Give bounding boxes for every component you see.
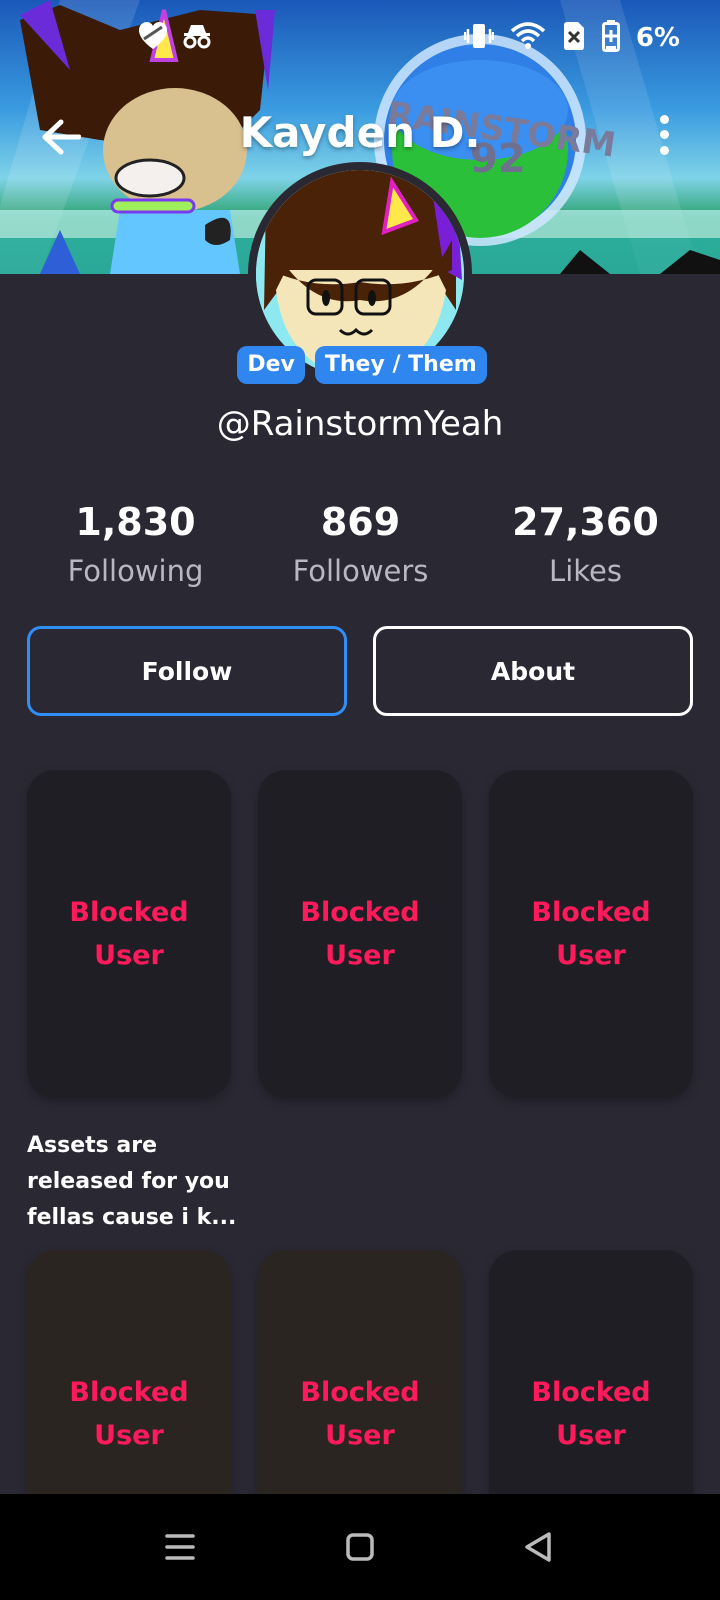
- stat-followers[interactable]: 869 Followers: [248, 500, 473, 588]
- status-bar-left: [138, 21, 212, 55]
- blocked-label-line2: User: [94, 1420, 164, 1451]
- posts-grid: Blocked User Blocked User Blocked User A…: [27, 770, 693, 1578]
- blocked-label-line1: Blocked: [69, 1377, 189, 1408]
- blocked-label-line2: User: [556, 1420, 626, 1451]
- blocked-label-line1: Blocked: [69, 897, 189, 928]
- post-tile[interactable]: Blocked User: [27, 770, 231, 1098]
- more-vertical-icon: [659, 115, 669, 125]
- blocked-label: Blocked User: [531, 1371, 650, 1457]
- badge-dev: Dev: [237, 346, 305, 384]
- profile-actions: Follow About: [27, 626, 693, 716]
- profile-badges: Dev They / Them: [0, 346, 720, 384]
- incognito-icon: [182, 23, 212, 53]
- vibrate-icon: [463, 21, 495, 55]
- sim-off-icon: [562, 21, 586, 55]
- blocked-label: Blocked User: [300, 1371, 419, 1457]
- blocked-label: Blocked User: [300, 891, 419, 977]
- about-button[interactable]: About: [373, 626, 693, 716]
- stat-likes: 27,360 Likes: [473, 500, 698, 588]
- stat-label: Followers: [292, 554, 429, 588]
- posts-caption-row: Assets are released for you fellas cause…: [27, 1098, 693, 1250]
- blocked-label-line1: Blocked: [300, 1377, 420, 1408]
- profile-handle: @RainstormYeah: [216, 404, 504, 444]
- home-button[interactable]: [335, 1522, 385, 1572]
- blocked-label: Blocked User: [69, 891, 188, 977]
- status-bar: 6%: [0, 0, 720, 76]
- blocked-label-line1: Blocked: [531, 897, 651, 928]
- badge-pronouns: They / Them: [314, 346, 487, 384]
- recents-icon: [165, 1534, 195, 1560]
- wifi-icon: [510, 21, 546, 55]
- profile-name-title: Kayden D.: [239, 108, 481, 157]
- stat-label: Following: [67, 554, 204, 588]
- back-triangle-icon: [525, 1532, 551, 1562]
- profile-screen: RAINSTORM 92 6% Kayden D. Dev They / The…: [0, 0, 720, 1600]
- blocked-label-line1: Blocked: [531, 1377, 651, 1408]
- stat-following[interactable]: 1,830 Following: [23, 500, 248, 588]
- stat-value: 1,830: [75, 500, 196, 544]
- blocked-label-line2: User: [325, 940, 395, 971]
- battery-percent: 6%: [635, 23, 680, 53]
- more-dot: [659, 130, 669, 140]
- stat-value: 869: [320, 500, 401, 544]
- post-tile[interactable]: Blocked User: [489, 770, 693, 1098]
- post-caption[interactable]: Assets are released for you fellas cause…: [27, 1128, 237, 1236]
- stat-value: 27,360: [512, 500, 659, 544]
- blocked-label-line2: User: [556, 940, 626, 971]
- battery-icon: [601, 20, 620, 56]
- blocked-label: Blocked User: [531, 891, 650, 977]
- more-dot: [659, 145, 669, 155]
- system-back-button[interactable]: [513, 1522, 563, 1572]
- blocked-label: Blocked User: [69, 1371, 188, 1457]
- profile-stats: 1,830 Following 869 Followers 27,360 Lik…: [0, 500, 720, 588]
- more-options-button[interactable]: [652, 112, 676, 158]
- follow-button[interactable]: Follow: [27, 626, 347, 716]
- post-tile[interactable]: Blocked User: [258, 770, 462, 1098]
- system-nav-bar: [0, 1494, 720, 1600]
- status-bar-right: 6%: [463, 20, 680, 56]
- posts-row: Blocked User Blocked User Blocked User: [27, 770, 693, 1098]
- home-icon: [346, 1533, 374, 1561]
- heart-shield-icon: [138, 21, 168, 55]
- blocked-label-line2: User: [325, 1420, 395, 1451]
- blocked-label-line1: Blocked: [300, 897, 420, 928]
- blocked-label-line2: User: [94, 940, 164, 971]
- recents-button[interactable]: [155, 1522, 205, 1572]
- stat-label: Likes: [549, 554, 622, 588]
